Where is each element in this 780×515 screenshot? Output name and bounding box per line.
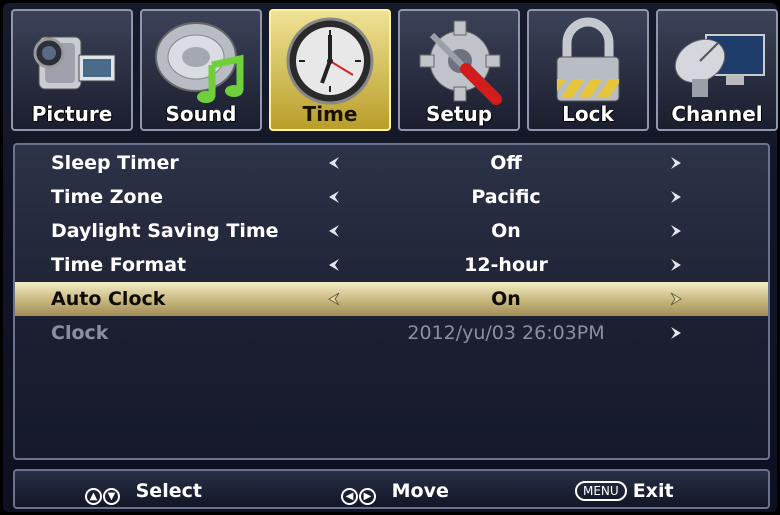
row-value: Off — [490, 152, 522, 174]
left-arrow-icon[interactable] — [327, 257, 341, 273]
move-hint: ◀ ▶ Move — [341, 480, 449, 505]
select-hint: ▲ ▼ Select — [85, 480, 202, 505]
down-arrow-icon: ▼ — [103, 488, 120, 505]
tab-label: Lock — [562, 102, 614, 126]
satellite-dish-icon — [674, 34, 765, 97]
row-label: Time Format — [51, 254, 187, 276]
gear-wrench-icon — [419, 20, 502, 105]
tab-time[interactable]: Time — [269, 9, 391, 131]
select-label: Select — [135, 480, 202, 502]
menu-row-auto-clock[interactable]: Auto Clock On — [15, 282, 768, 316]
left-arrow-icon[interactable] — [327, 189, 341, 205]
right-arrow-icon[interactable] — [669, 189, 683, 205]
row-value: On — [491, 288, 521, 310]
menu-row-sleep-timer[interactable]: Sleep Timer Off — [15, 146, 768, 180]
up-arrow-icon: ▲ — [85, 488, 102, 505]
menu-row-time-zone[interactable]: Time Zone Pacific — [15, 180, 768, 214]
tab-picture[interactable]: Picture — [11, 9, 133, 131]
row-label: Daylight Saving Time — [51, 220, 279, 242]
tab-setup[interactable]: Setup — [398, 9, 520, 131]
row-label: Time Zone — [51, 186, 164, 208]
right-arrow-icon[interactable] — [669, 223, 683, 239]
tab-label: Picture — [31, 102, 113, 126]
row-value: Pacific — [471, 186, 541, 208]
help-bar: ▲ ▼ Select ◀ ▶ Move MENU Exit — [13, 469, 770, 509]
menu-row-time-format[interactable]: Time Format 12-hour — [15, 248, 768, 282]
time-settings-menu: Sleep Timer Off Time Zone Pacific Daylig… — [13, 143, 770, 460]
left-arrow-icon[interactable] — [327, 155, 341, 171]
tab-lock[interactable]: Lock — [527, 9, 649, 131]
left-arrow-icon[interactable] — [327, 291, 341, 307]
tab-sound[interactable]: Sound — [140, 9, 262, 131]
tab-channel[interactable]: Channel — [656, 9, 778, 131]
row-value: 2012/yu/03 26:03PM — [407, 322, 605, 344]
row-label: Clock — [51, 322, 109, 344]
menu-row-clock: Clock 2012/yu/03 26:03PM — [15, 316, 768, 350]
left-arrow-icon[interactable] — [327, 223, 341, 239]
exit-label: Exit — [632, 480, 674, 502]
menu-key-icon: MENU — [575, 481, 627, 501]
tab-label: Channel — [671, 102, 763, 126]
camcorder-icon — [33, 36, 116, 90]
right-arrow-icon — [671, 327, 681, 339]
right-arrow-icon[interactable] — [669, 257, 683, 273]
tab-label: Sound — [165, 102, 237, 126]
padlock-icon — [556, 17, 620, 102]
tab-bar: Picture Sound Time Setup Lock Channel — [11, 9, 778, 135]
row-value: On — [491, 220, 521, 242]
menu-row-daylight-saving-time[interactable]: Daylight Saving Time On — [15, 214, 768, 248]
right-arrow-icon[interactable] — [669, 291, 683, 307]
left-arrow-icon: ◀ — [341, 488, 358, 505]
row-label: Auto Clock — [51, 288, 166, 310]
tab-label: Time — [302, 102, 358, 126]
osd-frame: Picture Sound Time Setup Lock Channel Sl… — [3, 3, 778, 512]
move-label: Move — [391, 480, 449, 502]
tab-label: Setup — [425, 102, 493, 126]
row-label: Sleep Timer — [51, 152, 179, 174]
right-arrow-icon[interactable] — [669, 155, 683, 171]
exit-hint: MENU Exit — [575, 480, 674, 502]
right-arrow-icon: ▶ — [359, 488, 376, 505]
row-value: 12-hour — [464, 254, 548, 276]
speaker-note-icon — [155, 22, 244, 103]
clock-icon — [286, 17, 374, 105]
